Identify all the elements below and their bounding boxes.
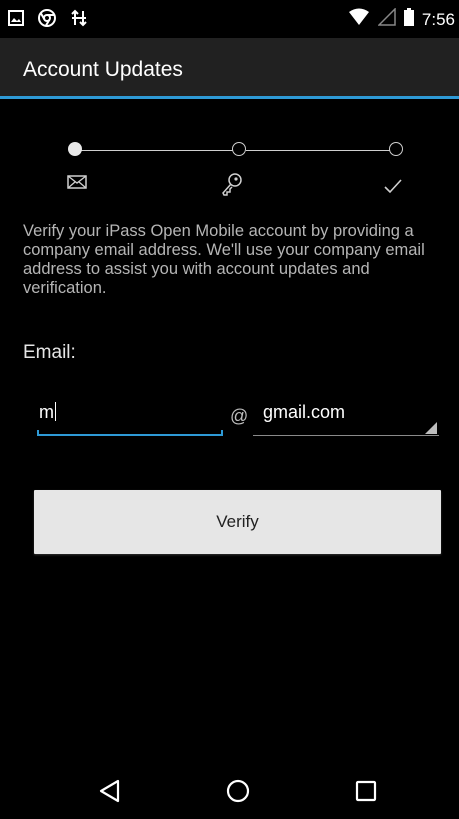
back-icon[interactable]: [97, 778, 123, 804]
image-notification-icon: [8, 10, 24, 31]
battery-icon: [403, 8, 414, 31]
step-connector: [77, 150, 233, 151]
step-dot-pending: [389, 142, 403, 156]
dropdown-arrow-icon: [425, 422, 437, 434]
key-icon: [221, 172, 243, 201]
progress-stepper: [0, 130, 459, 200]
email-domain-select[interactable]: gmail.com: [253, 402, 439, 436]
step-dot-pending: [232, 142, 246, 156]
clock: 7:56: [421, 9, 455, 29]
sync-icon: [70, 9, 88, 32]
check-icon: [383, 178, 403, 199]
recents-icon[interactable]: [353, 778, 379, 804]
chrome-icon: [38, 9, 56, 32]
input-underline: [37, 434, 223, 436]
mail-icon: [67, 175, 87, 194]
email-user-value: m: [39, 402, 54, 422]
home-icon[interactable]: [225, 778, 251, 804]
select-underline: [253, 435, 439, 436]
navigation-bar: [0, 760, 459, 819]
text-cursor: [55, 402, 56, 421]
verify-button[interactable]: Verify: [34, 490, 441, 554]
step-dot-current: [68, 142, 82, 156]
description-text: Verify your iPass Open Mobile account by…: [23, 222, 425, 297]
email-label: Email:: [23, 342, 76, 363]
status-bar: 7:56: [0, 0, 459, 38]
email-domain-value: gmail.com: [263, 402, 346, 422]
wifi-icon: [348, 8, 370, 31]
signal-icon: [377, 7, 396, 31]
action-bar: Account Updates: [0, 38, 459, 99]
input-underline-tick: [37, 430, 39, 436]
step-connector: [246, 150, 390, 151]
page-title: Account Updates: [23, 58, 183, 81]
at-sign: @: [230, 406, 249, 426]
email-user-input[interactable]: m: [35, 402, 223, 436]
input-underline-tick: [221, 430, 223, 436]
